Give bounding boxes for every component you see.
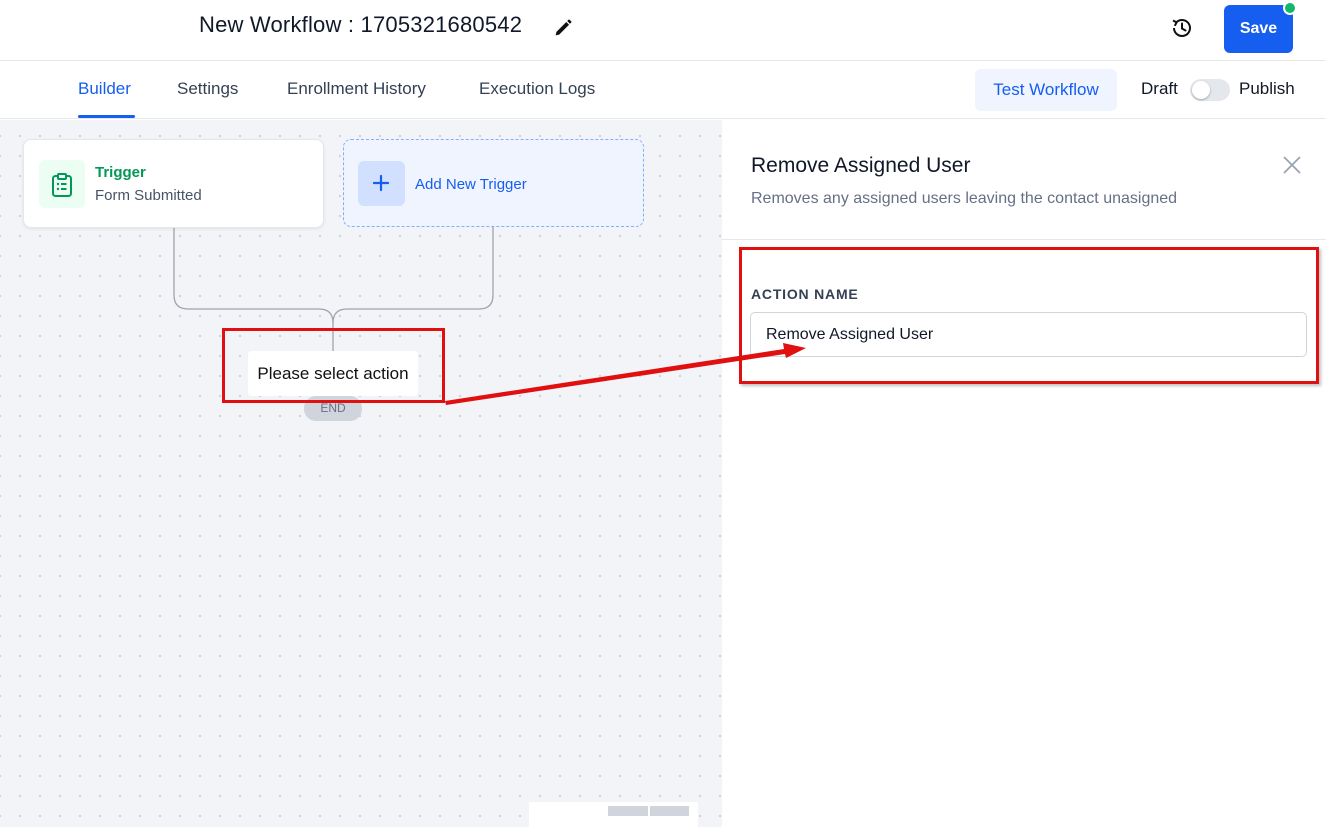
top-bar: New Workflow : 1705321680542 Save [0,0,1326,61]
trigger-title: Trigger [95,164,146,181]
add-new-trigger-label: Add New Trigger [415,176,527,193]
close-icon[interactable] [1282,155,1302,175]
action-settings-panel: Remove Assigned User Removes any assigne… [722,120,1326,827]
publish-label: Publish [1239,79,1295,98]
test-workflow-button[interactable]: Test Workflow [975,69,1117,111]
panel-divider [722,239,1326,240]
tab-bar: Builder Settings Enrollment History Exec… [0,61,1326,119]
panel-description: Removes any assigned users leaving the c… [751,190,1178,207]
tab-builder[interactable]: Builder [78,79,131,99]
minimap-control[interactable] [608,806,648,816]
trigger-card[interactable]: Trigger Form Submitted [23,139,324,228]
add-new-trigger-card[interactable]: Add New Trigger [343,139,644,227]
plus-icon [372,174,390,192]
workflow-title: New Workflow : 1705321680542 [199,12,523,37]
workflow-canvas[interactable]: Trigger Form Submitted Add New Trigger E… [0,120,722,827]
annotation-highlight-action-node [222,328,445,403]
annotation-highlight-action-name [739,247,1319,384]
minimap-control[interactable] [650,806,689,816]
tab-enrollment-history[interactable]: Enrollment History [287,79,426,99]
tab-settings[interactable]: Settings [177,79,238,99]
unsaved-status-dot [1283,1,1297,15]
save-button[interactable]: Save [1224,5,1293,53]
clipboard-icon [52,173,72,197]
history-icon[interactable] [1169,15,1195,41]
canvas-minimap[interactable] [529,802,698,827]
pencil-icon[interactable] [552,17,574,39]
add-icon-box [358,161,405,206]
publish-toggle[interactable] [1190,79,1230,101]
toggle-knob [1192,81,1210,99]
panel-title: Remove Assigned User [751,154,971,177]
tab-execution-logs[interactable]: Execution Logs [479,79,595,99]
active-tab-indicator [78,115,135,118]
draft-label: Draft [1141,79,1178,98]
trigger-subtitle: Form Submitted [95,187,202,204]
trigger-icon-box [39,160,85,208]
